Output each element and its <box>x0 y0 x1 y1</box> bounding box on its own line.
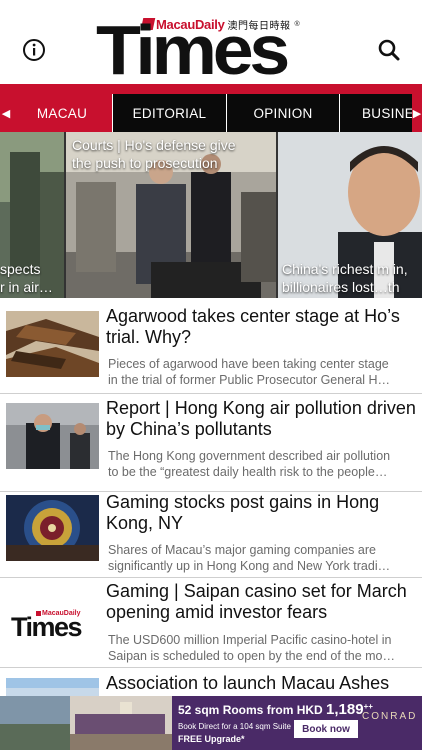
article-thumbnail <box>6 403 99 469</box>
article-title[interactable]: Association to launch Macau Ashes <box>106 673 416 694</box>
tab-opinion[interactable]: OPINION <box>227 94 340 132</box>
app-logo: MacauDaily 澳門每日時報 ® Times <box>96 11 332 89</box>
article-summary-line: significantly up in Hong Kong and New Yo… <box>108 559 391 573</box>
article-row[interactable]: MacauDaily Times Gaming | Saipan casino … <box>0 578 422 668</box>
ad-button-label: Book now <box>302 723 350 735</box>
article-title[interactable]: Gaming | Saipan casino set for March ope… <box>106 581 416 623</box>
section-tabs: ◀ MACAU EDITORIAL OPINION BUSINES ▶ <box>0 94 422 132</box>
article-summary-line: Pieces of agarwood have been taking cent… <box>108 357 389 371</box>
article-summary-line: in the trial of former Public Prosecutor… <box>108 373 391 387</box>
ad-image <box>0 696 172 750</box>
ad-line2: Book Direct for a 104 sqm Suite <box>178 722 291 731</box>
ad-headline: 52 sqm Rooms from HKD 1,189++ <box>178 701 373 718</box>
article-summary-line: to be the “greatest daily health risk to… <box>108 465 388 479</box>
article-summary: Shares of Macau’s major gaming companies… <box>108 542 414 574</box>
article-row[interactable]: Gaming stocks post gains in Hong Kong, N… <box>0 492 422 578</box>
article-summary-line: Shares of Macau’s major gaming companies… <box>108 543 376 557</box>
info-icon[interactable] <box>22 38 46 62</box>
tabs-scroll-left-icon[interactable]: ◀ <box>0 94 12 132</box>
article-summary: The USD600 million Imperial Pacific casi… <box>108 632 414 664</box>
slide-center-caption-line2: the push to prosecution <box>72 155 218 171</box>
slide-right-caption-line1: China's richest m in, <box>282 261 408 277</box>
tab-business[interactable]: BUSINES <box>340 94 422 132</box>
header-accent-stripe <box>0 84 422 94</box>
article-thumbnail <box>6 495 99 561</box>
ad-banner[interactable]: 52 sqm Rooms from HKD 1,189++ Book Direc… <box>0 696 422 750</box>
ad-brand: CONRAD <box>362 711 418 722</box>
ad-book-now-button[interactable]: Book now <box>294 720 358 738</box>
ad-headline-text: 52 sqm Rooms from HKD <box>178 703 323 717</box>
slide-center-caption-line1: Courts | Ho's defense give <box>72 137 236 153</box>
article-title[interactable]: Report | Hong Kong air pollution driven … <box>106 398 416 440</box>
app-header: MacauDaily 澳門每日時報 ® Times <box>0 0 422 89</box>
ad-price-suffix: ++ <box>363 702 373 711</box>
slide-left-caption-line1: spects <box>0 261 41 277</box>
article-summary-line: The Hong Kong government described air p… <box>108 449 391 463</box>
article-summary: The Hong Kong government described air p… <box>108 448 414 480</box>
carousel-slide-left[interactable]: spects r in air… <box>0 132 64 298</box>
carousel-slide-right[interactable]: China's richest m in, billionaires lost…… <box>278 132 422 298</box>
article-row[interactable]: Agarwood takes center stage at Ho’s tria… <box>0 298 422 394</box>
thumb-logo-times: Times <box>11 612 83 642</box>
featured-carousel[interactable]: spects r in air… Courts | Ho's defense g… <box>0 132 422 298</box>
logo-registered: ® <box>294 20 300 28</box>
carousel-slide-center[interactable]: Courts | Ho's defense give the push to p… <box>66 132 276 298</box>
article-summary-line: The USD600 million Imperial Pacific casi… <box>108 633 392 647</box>
article-thumbnail: MacauDaily Times <box>6 590 99 656</box>
tab-macau[interactable]: MACAU <box>12 94 113 132</box>
article-thumbnail <box>6 311 99 377</box>
logo-times: Times <box>96 11 290 89</box>
article-title[interactable]: Gaming stocks post gains in Hong Kong, N… <box>106 492 416 534</box>
slide-right-caption-line2: billionaires lost…th <box>282 279 400 295</box>
search-icon[interactable] <box>377 38 401 62</box>
tabs-scroll-right-icon[interactable]: ▶ <box>412 94 422 132</box>
article-summary-line: Saipan is scheduled to open by the end o… <box>108 649 395 663</box>
article-summary: Pieces of agarwood have been taking cent… <box>108 356 414 388</box>
tab-editorial[interactable]: EDITORIAL <box>113 94 227 132</box>
ad-line3: FREE Upgrade* <box>178 734 245 744</box>
article-thumbnail <box>6 678 99 696</box>
article-row[interactable]: Association to launch Macau Ashes <box>0 668 422 696</box>
article-title[interactable]: Agarwood takes center stage at Ho’s tria… <box>106 306 416 348</box>
ad-price: 1,189 <box>326 701 364 718</box>
article-row[interactable]: Report | Hong Kong air pollution driven … <box>0 394 422 492</box>
slide-left-caption-line2: r in air… <box>0 279 53 295</box>
